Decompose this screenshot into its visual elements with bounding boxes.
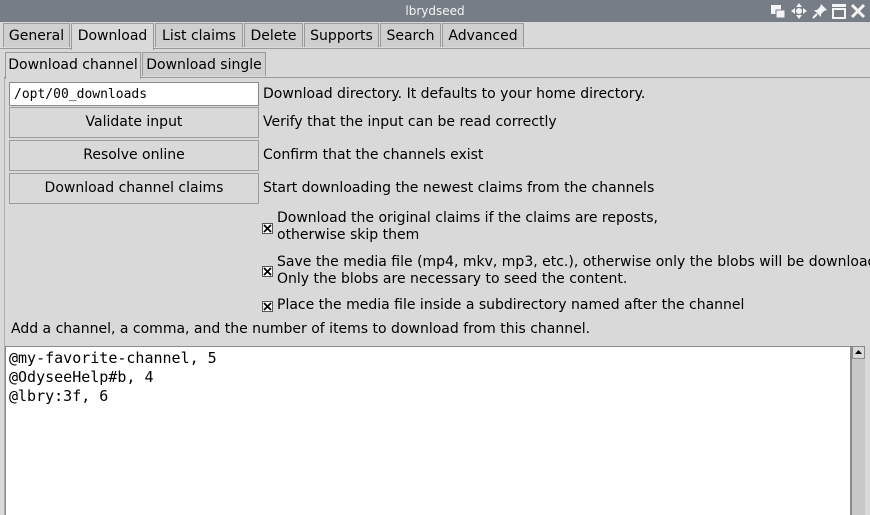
window-titlebar: lbrydseed <box>0 0 870 22</box>
tab-general[interactable]: General <box>3 23 70 47</box>
subdirectory-label: Place the media file inside a subdirecto… <box>277 297 745 313</box>
move-icon[interactable] <box>791 3 807 19</box>
download-subtabs: Download channel Download single <box>0 52 870 79</box>
maximize-icon[interactable] <box>831 3 847 19</box>
subtab-download-single[interactable]: Download single <box>142 52 266 76</box>
download-channel-claims-description: Start downloading the newest claims from… <box>263 180 655 196</box>
tab-supports[interactable]: Supports <box>304 23 379 47</box>
download-reposts-label: Download the original claims if the clai… <box>277 210 658 243</box>
main-tabs: General Download List claims Delete Supp… <box>0 23 870 50</box>
subdirectory-checkbox[interactable] <box>262 301 273 312</box>
download-directory-description: Download directory. It defaults to your … <box>263 86 646 102</box>
tab-advanced[interactable]: Advanced <box>442 23 524 47</box>
tab-delete[interactable]: Delete <box>244 23 303 47</box>
resolve-online-description: Confirm that the channels exist <box>263 147 484 163</box>
window-title: lbrydseed <box>405 4 465 18</box>
tile-icon[interactable] <box>770 3 786 19</box>
arrow-up-icon <box>855 350 862 354</box>
download-reposts-checkbox[interactable] <box>262 223 273 234</box>
channels-textarea[interactable]: @my-favorite-channel, 5 @OdyseeHelp#b, 4… <box>5 346 851 515</box>
checkmark-icon <box>263 267 272 276</box>
channels-instructions: Add a channel, a comma, and the number o… <box>11 321 591 337</box>
close-icon[interactable] <box>850 3 866 19</box>
pin-icon[interactable] <box>812 3 828 19</box>
channels-scrollbar[interactable] <box>851 346 865 515</box>
checkmark-icon <box>263 224 272 233</box>
checkmark-icon <box>263 302 272 311</box>
validate-input-button[interactable]: Validate input <box>9 107 259 138</box>
save-media-file-checkbox[interactable] <box>262 266 273 277</box>
download-directory-input[interactable] <box>9 82 259 106</box>
resolve-online-button[interactable]: Resolve online <box>9 140 259 171</box>
save-media-file-label: Save the media file (mp4, mkv, mp3, etc.… <box>277 254 870 287</box>
download-channel-claims-button[interactable]: Download channel claims <box>9 173 259 204</box>
subtab-download-channel[interactable]: Download channel <box>5 52 141 79</box>
scroll-up-button[interactable] <box>852 346 865 359</box>
tab-list-claims[interactable]: List claims <box>155 23 243 47</box>
tab-download[interactable]: Download <box>71 23 154 50</box>
validate-input-description: Verify that the input can be read correc… <box>263 114 557 130</box>
tab-search[interactable]: Search <box>380 23 441 47</box>
